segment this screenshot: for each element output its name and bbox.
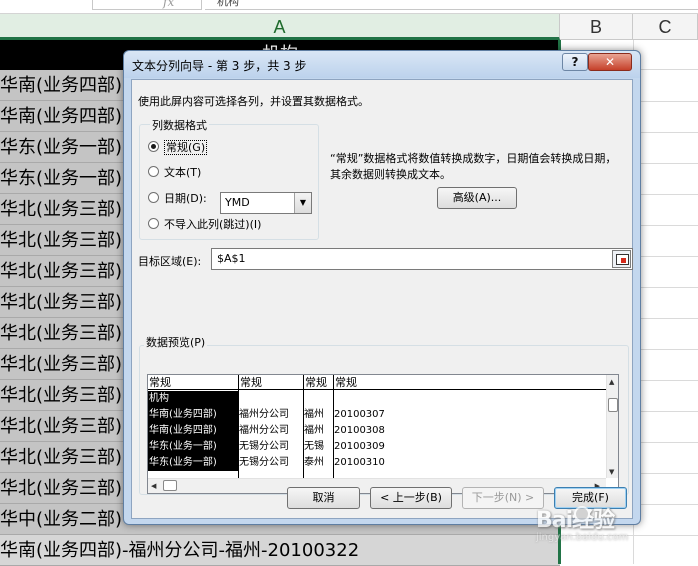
help-button[interactable]: ? (562, 53, 588, 71)
preview-column-header[interactable]: 常规 (303, 375, 333, 390)
preview-column-header[interactable]: 常规 (333, 375, 606, 390)
radio-label: 文本(T) (164, 166, 202, 179)
preview-cell: 福州分公司 (239, 425, 289, 436)
preview-cell: 无锡 (304, 441, 324, 452)
preview-column-header[interactable]: 常规 (148, 375, 238, 390)
advanced-button[interactable]: 高级(A)... (437, 187, 517, 209)
preview-cell (333, 391, 453, 407)
formula-bar: fx 机构 (0, 0, 698, 14)
date-format-value: YMD (225, 196, 250, 209)
scroll-left-icon[interactable]: ◀ (151, 482, 156, 490)
cancel-button[interactable]: 取消 (287, 487, 360, 509)
preview-cell: 华东(业务一部) (148, 455, 238, 471)
scroll-up-icon[interactable]: ▲ (609, 378, 614, 386)
date-format-select[interactable]: YMD ▼ (220, 192, 312, 214)
column-separator[interactable] (333, 390, 334, 478)
dialog-body: 使用此屏内容可选择各列，并设置其数据格式。 列数据格式 常规(G) 文本(T) … (131, 79, 633, 519)
data-preview-group: 数据预览(P) 常规 常规 常规 常规 机构 华南(业务四部) 福州分公司 福州… (139, 334, 629, 495)
data-preview[interactable]: 常规 常规 常规 常规 机构 华南(业务四部) 福州分公司 福州 2010030… (147, 374, 619, 494)
chevron-down-icon[interactable]: ▼ (294, 193, 311, 213)
preview-cell (303, 391, 333, 407)
preview-cell: 华南(业务四部) (148, 423, 238, 439)
preview-cell: 华南(业务四部) (148, 407, 238, 423)
radio-skip[interactable]: 不导入此列(跳过)(I) (148, 215, 261, 235)
dialog-titlebar[interactable]: 文本分列向导 - 第 3 步，共 3 步 ? ✕ (124, 51, 640, 78)
format-description: “常规”数据格式将数值转换成数字，日期值会转换成日期，其余数据则转换成文本。 (330, 152, 617, 181)
preview-cell: 福州 (304, 409, 324, 420)
preview-cell: 20100310 (334, 457, 385, 468)
radio-text[interactable]: 文本(T) (148, 163, 201, 183)
back-button[interactable]: < 上一步(B) (370, 487, 452, 509)
preview-cell: 福州分公司 (239, 409, 289, 420)
preview-cell: 20100307 (334, 409, 385, 420)
radio-icon[interactable] (148, 166, 159, 177)
destination-value: $A$1 (217, 252, 246, 265)
preview-cell (238, 391, 303, 407)
cell[interactable]: 华南(业务四部)-福州分公司-福州-20100322 (0, 535, 560, 566)
radio-label: 日期(D): (164, 192, 207, 205)
preview-row: 华南(业务四部) 福州分公司 福州 20100307 (148, 407, 606, 423)
preview-header: 常规 常规 常规 常规 (148, 375, 606, 390)
preview-cell: 20100309 (334, 441, 385, 452)
scroll-thumb[interactable] (163, 480, 177, 491)
radio-checked-icon[interactable] (148, 141, 159, 152)
destination-label: 目标区域(E): (138, 255, 202, 268)
column-headers: A B C (0, 14, 698, 40)
preview-cell: 福州 (304, 425, 324, 436)
preview-cell: 泰州 (304, 457, 324, 468)
close-button[interactable]: ✕ (588, 53, 632, 71)
radio-icon[interactable] (148, 218, 159, 229)
radio-label: 不导入此列(跳过)(I) (164, 218, 262, 231)
next-button[interactable]: 下一步(N) > (462, 487, 544, 509)
column-header-a[interactable]: A (0, 14, 560, 40)
preview-row: 华东(业务一部) 无锡分公司 泰州 20100310 (148, 455, 606, 471)
column-separator[interactable] (238, 390, 239, 478)
baidu-jingyan-watermark: Bai经验 jingyan.baidu.com (534, 500, 694, 560)
preview-title: 数据预览(P) (144, 334, 208, 350)
formula-value[interactable]: 机构 (205, 0, 698, 10)
preview-cell: 20100308 (334, 425, 385, 436)
preview-row: 华东(业务一部) 无锡分公司 无锡 20100309 (148, 439, 606, 455)
preview-row: 机构 (148, 391, 606, 407)
scroll-down-icon[interactable]: ▼ (609, 468, 614, 476)
preview-cell: 无锡分公司 (239, 457, 289, 468)
text-to-columns-dialog: 文本分列向导 - 第 3 步，共 3 步 ? ✕ 使用此屏内容可选择各列，并设置… (123, 50, 641, 525)
preview-column-header[interactable]: 常规 (238, 375, 303, 390)
radio-general[interactable]: 常规(G) (148, 138, 208, 158)
preview-row: 华南(业务四部) 福州分公司 福州 20100308 (148, 423, 606, 439)
instruction-text: 使用此屏内容可选择各列，并设置其数据格式。 (138, 95, 369, 108)
preview-cell: 华东(业务一部) (148, 439, 238, 455)
radio-icon[interactable] (148, 192, 159, 203)
paw-icon (574, 506, 590, 522)
column-header-b[interactable]: B (560, 14, 633, 40)
scroll-thumb[interactable] (608, 398, 618, 412)
column-header-c[interactable]: C (633, 14, 698, 40)
preview-cell: 无锡分公司 (239, 441, 289, 452)
destination-input[interactable]: $A$1 (211, 248, 633, 270)
column-format-group: 列数据格式 常规(G) 文本(T) 日期(D): YMD ▼ 不导入此列(跳过)… (139, 117, 319, 240)
vertical-scrollbar[interactable]: ▲ ▼ (606, 375, 618, 478)
dialog-title: 文本分列向导 - 第 3 步，共 3 步 (132, 59, 307, 73)
column-separator[interactable] (303, 390, 304, 478)
watermark-url: jingyan.baidu.com (536, 532, 629, 543)
radio-label: 常规(G) (164, 140, 208, 155)
group-title: 列数据格式 (150, 117, 209, 133)
range-picker-icon[interactable] (612, 250, 631, 268)
fx-label: fx (92, 0, 202, 10)
radio-date[interactable]: 日期(D): (148, 189, 207, 209)
preview-cell: 机构 (148, 391, 238, 407)
